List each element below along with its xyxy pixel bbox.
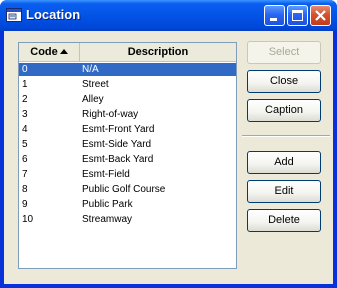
list-row[interactable]: 1 Street bbox=[19, 78, 236, 91]
row-code: 5 bbox=[22, 139, 28, 150]
row-code: 0 bbox=[22, 64, 28, 75]
list-row[interactable]: 10 Streamway bbox=[19, 213, 236, 226]
close-window-button[interactable] bbox=[310, 5, 331, 26]
close-button[interactable]: Close bbox=[247, 70, 321, 93]
caption-button[interactable]: Caption bbox=[247, 99, 321, 122]
column-header-description-label: Description bbox=[127, 46, 189, 58]
list-row[interactable]: 2 Alley bbox=[19, 93, 236, 106]
row-code: 8 bbox=[22, 184, 28, 195]
list-row[interactable]: 8 Public Golf Course bbox=[19, 183, 236, 196]
list-row[interactable]: 3 Right-of-way bbox=[19, 108, 236, 121]
row-description: Streamway bbox=[82, 214, 133, 225]
list-row[interactable]: 6 Esmt-Back Yard bbox=[19, 153, 236, 166]
row-description: Esmt-Side Yard bbox=[82, 139, 152, 150]
delete-button[interactable]: Delete bbox=[247, 209, 321, 232]
row-code: 2 bbox=[22, 94, 28, 105]
row-code: 6 bbox=[22, 154, 28, 165]
row-code: 10 bbox=[22, 214, 34, 225]
column-header-description[interactable]: Description bbox=[80, 43, 236, 61]
maximize-button[interactable] bbox=[287, 5, 308, 26]
minimize-button[interactable] bbox=[264, 5, 285, 26]
maximize-icon bbox=[292, 10, 303, 21]
row-description: Esmt-Field bbox=[82, 169, 130, 180]
row-description: N/A bbox=[82, 64, 99, 75]
list-row[interactable]: 4 Esmt-Front Yard bbox=[19, 123, 236, 136]
edit-button[interactable]: Edit bbox=[247, 180, 321, 203]
row-description: Public Golf Course bbox=[82, 184, 166, 195]
row-description: Street bbox=[82, 79, 109, 90]
column-header-code-label: Code bbox=[30, 46, 58, 58]
list-row[interactable]: 9 Public Park bbox=[19, 198, 236, 211]
title-bar[interactable]: Location bbox=[0, 0, 337, 31]
list-row[interactable]: 5 Esmt-Side Yard bbox=[19, 138, 236, 151]
row-code: 7 bbox=[22, 169, 28, 180]
dialog-client-area: Code Description 0 N/A 1 Street 2 Alley … bbox=[4, 31, 333, 284]
list-row[interactable]: 7 Esmt-Field bbox=[19, 168, 236, 181]
window-app-icon[interactable] bbox=[6, 8, 22, 22]
window-title: Location bbox=[26, 7, 81, 22]
add-button[interactable]: Add bbox=[247, 151, 321, 174]
list-row[interactable]: 0 N/A bbox=[19, 63, 236, 76]
row-code: 9 bbox=[22, 199, 28, 210]
location-list[interactable]: Code Description 0 N/A 1 Street 2 Alley … bbox=[18, 42, 237, 269]
row-code: 4 bbox=[22, 124, 28, 135]
select-button[interactable]: Select bbox=[247, 41, 321, 64]
close-icon bbox=[315, 10, 326, 21]
column-header-code[interactable]: Code bbox=[19, 43, 80, 61]
button-separator bbox=[242, 135, 330, 137]
location-window: Location Code Description 0 N/A 1 Street… bbox=[0, 0, 337, 288]
sort-ascending-icon bbox=[59, 49, 68, 54]
row-code: 3 bbox=[22, 109, 28, 120]
row-description: Alley bbox=[82, 94, 104, 105]
row-description: Esmt-Front Yard bbox=[82, 124, 155, 135]
row-code: 1 bbox=[22, 79, 28, 90]
list-header: Code Description bbox=[19, 43, 236, 62]
row-description: Public Park bbox=[82, 199, 133, 210]
minimize-icon bbox=[270, 18, 277, 21]
row-description: Right-of-way bbox=[82, 109, 139, 120]
row-description: Esmt-Back Yard bbox=[82, 154, 154, 165]
